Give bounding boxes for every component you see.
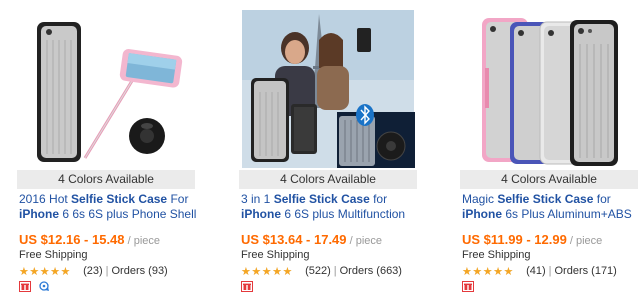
gift-icon[interactable]	[19, 281, 31, 292]
orders-link[interactable]: Orders (663)	[340, 265, 402, 277]
product-card[interactable]: 4 Colors Available 2016 Hot Selfie Stick…	[17, 0, 197, 303]
star-rating[interactable]: ★★★★★ ★★★★★	[19, 266, 76, 278]
shipping-label: Free Shipping	[19, 249, 88, 261]
product-title-link[interactable]: Magic Selfie Stick Case for iPhone 6s Pl…	[462, 192, 640, 224]
price-amount: US $13.64 - 17.49	[241, 232, 347, 247]
product-image[interactable]	[460, 8, 638, 170]
orders-link[interactable]: Orders (171)	[554, 265, 616, 277]
rating-row: ★★★★★ ★★★★★ (41) | Orders (171)	[462, 265, 617, 278]
selfie-stick-case-lifestyle-photo	[239, 8, 417, 170]
selfie-stick-case-photo	[17, 8, 195, 170]
reviews-link[interactable]: (41)	[526, 265, 546, 277]
badges	[462, 281, 478, 293]
selfie-stick-case-colors-photo	[460, 8, 638, 170]
reviews-link[interactable]: (23)	[83, 265, 103, 277]
shipping-label: Free Shipping	[462, 249, 531, 261]
product-title-link[interactable]: 3 in 1 Selfie Stick Case for iPhone 6 6S…	[241, 192, 419, 224]
orders-link[interactable]: Orders (93)	[111, 265, 167, 277]
product-image[interactable]	[239, 8, 417, 170]
colors-available-label: 4 Colors Available	[460, 170, 638, 189]
product-image[interactable]	[17, 8, 195, 170]
product-card[interactable]: 4 Colors Available 3 in 1 Selfie Stick C…	[239, 0, 417, 303]
shipping-label: Free Shipping	[241, 249, 310, 261]
product-title-link[interactable]: 2016 Hot Selfie Stick Case For iPhone 6 …	[19, 192, 197, 224]
star-rating[interactable]: ★★★★★ ★★★★★	[241, 266, 298, 278]
star-rating[interactable]: ★★★★★ ★★★★★	[462, 266, 519, 278]
badges	[19, 281, 55, 293]
price-range: US $13.64 - 17.49 / piece	[241, 232, 382, 248]
price-unit: / piece	[346, 235, 382, 247]
badges	[241, 281, 257, 293]
product-card[interactable]: 4 Colors Available Magic Selfie Stick Ca…	[460, 0, 638, 303]
colors-available-label: 4 Colors Available	[17, 170, 195, 189]
price-unit: / piece	[124, 235, 160, 247]
price-unit: / piece	[566, 235, 603, 247]
rating-row: ★★★★★ ★★★★★ (522) | Orders (663)	[241, 265, 402, 278]
price-amount: US $11.99 - 12.99	[462, 232, 567, 247]
price-range: US $12.16 - 15.48 / piece	[19, 232, 160, 248]
customer-support-icon[interactable]	[39, 281, 51, 292]
price-amount: US $12.16 - 15.48	[19, 232, 125, 247]
colors-available-label: 4 Colors Available	[239, 170, 417, 189]
price-range: US $11.99 - 12.99 / piece	[462, 232, 603, 248]
rating-row: ★★★★★ ★★★★★ (23) | Orders (93)	[19, 265, 168, 278]
gift-icon[interactable]	[462, 281, 474, 292]
reviews-link[interactable]: (522)	[305, 265, 331, 277]
gift-icon[interactable]	[241, 281, 253, 292]
